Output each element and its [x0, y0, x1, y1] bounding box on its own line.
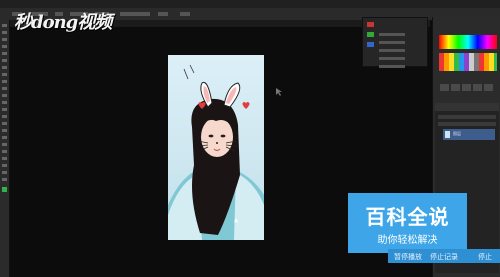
recording-controls[interactable]: 暂停播放 停止记录 停止: [388, 249, 500, 263]
layer-thumbnail: [445, 131, 450, 138]
pause-label[interactable]: 暂停播放: [394, 252, 422, 262]
stop-record-label[interactable]: 停止记录: [430, 252, 458, 262]
cursor-icon: [276, 88, 282, 96]
layer-row[interactable]: 图层: [443, 129, 495, 140]
swatches-grid[interactable]: [439, 53, 497, 71]
illustration: [168, 64, 264, 240]
layer-name: 图层: [453, 131, 461, 136]
color-panel[interactable]: [439, 35, 497, 71]
properties-panel[interactable]: [362, 17, 428, 68]
menu-bar[interactable]: [0, 0, 500, 15]
stop-label[interactable]: 停止: [478, 252, 492, 262]
tools-panel[interactable]: [0, 20, 10, 277]
color-spectrum[interactable]: [439, 35, 497, 49]
watermark-logo: 秒dong视频: [14, 12, 112, 33]
foreground-color-swatch[interactable]: [2, 187, 7, 192]
brand-banner: 百科全说 助你轻松解决: [348, 193, 467, 253]
brand-title: 百科全说: [365, 205, 450, 229]
heart-icon: [242, 102, 250, 109]
phone-image[interactable]: [168, 55, 264, 240]
adjustments-panel[interactable]: [439, 77, 497, 110]
brand-subtitle: 助你轻松解决: [377, 235, 438, 246]
